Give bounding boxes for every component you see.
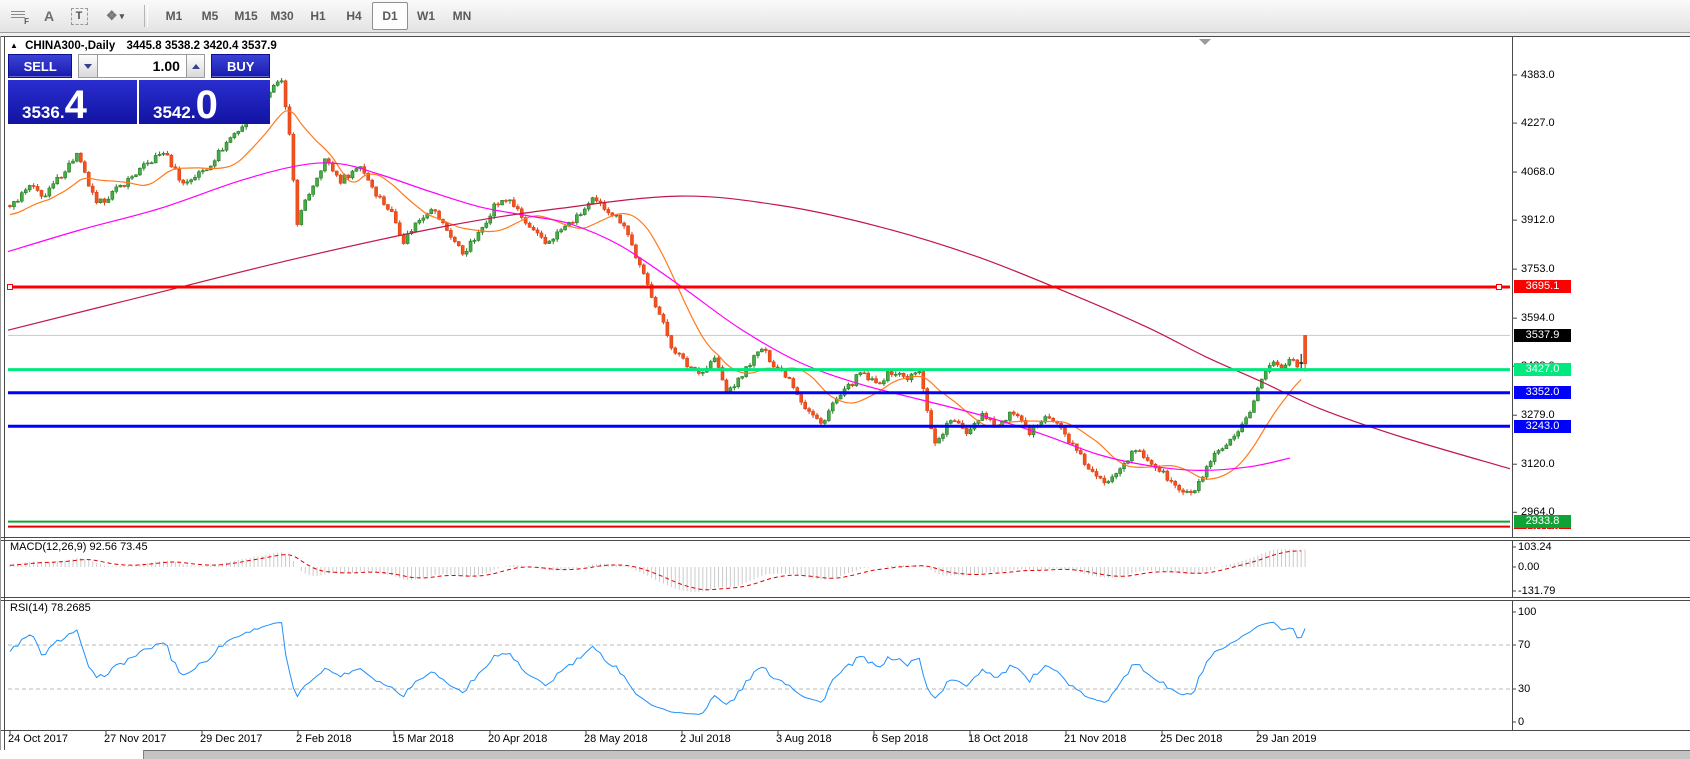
date-axis-label: 28 May 2018 (584, 733, 648, 745)
date-axis-label: 2 Jul 2018 (680, 733, 731, 745)
stepper-up-icon (192, 64, 200, 69)
price-tick-label: 4383.0 (1521, 69, 1581, 81)
bottom-status-strip (0, 750, 1690, 759)
rsi-bottom-border (0, 730, 1690, 731)
date-axis-label: 21 Nov 2018 (1064, 733, 1126, 745)
price-tick-label: 4227.0 (1521, 117, 1581, 129)
rsi-axis-label: 100 (1518, 606, 1536, 618)
timeframe-button-m15[interactable]: M15 (228, 2, 264, 30)
grid-settings-icon[interactable]: F (6, 4, 32, 28)
buy-price-main: 3542 (153, 104, 191, 121)
sell-price-box[interactable]: 3536.4 (8, 80, 137, 124)
date-axis-label: 6 Sep 2018 (872, 733, 928, 745)
rsi-axis-label: 70 (1518, 639, 1530, 651)
date-axis-label: 20 Apr 2018 (488, 733, 547, 745)
chart-symbol-period: CHINA300-,Daily (25, 40, 115, 52)
rsi-axis-label: 0 (1518, 716, 1524, 728)
toolbar: F A T ❖ ▾ M1M5M15M30H1H4D1W1MN (0, 0, 1690, 33)
macd-axis-label: -131.79 (1518, 585, 1555, 597)
timeframe-button-w1[interactable]: W1 (408, 2, 444, 30)
rsi-axis-label: 30 (1518, 683, 1530, 695)
shapes-icon[interactable]: ❖ ▾ (96, 4, 134, 28)
timeframe-button-m30[interactable]: M30 (264, 2, 300, 30)
trading-app-window: F A T ❖ ▾ M1M5M15M30H1H4D1W1MN ▲ CHINA30… (0, 0, 1690, 759)
price-tick-label: 3912.0 (1521, 214, 1581, 226)
price-tick-label: 3753.0 (1521, 263, 1581, 275)
volume-increase-button[interactable] (186, 54, 206, 78)
price-badge-3243-0: 3243.0 (1514, 420, 1571, 433)
sell-price-big-digit: 4 (65, 89, 87, 121)
buy-price-box[interactable]: 3542.0 (139, 80, 270, 124)
buy-button[interactable]: BUY (211, 54, 270, 78)
timeframe-button-m1[interactable]: M1 (156, 2, 192, 30)
volume-decrease-button[interactable] (78, 54, 98, 78)
price-badge-3537-9: 3537.9 (1514, 329, 1571, 342)
timeframe-button-m5[interactable]: M5 (192, 2, 228, 30)
date-axis-label: 27 Nov 2017 (104, 733, 166, 745)
text-box-icon[interactable]: T (66, 4, 92, 28)
price-tick-label: 3120.0 (1521, 458, 1581, 470)
date-axis-label: 25 Dec 2018 (1160, 733, 1222, 745)
timeframe-button-mn[interactable]: MN (444, 2, 480, 30)
rsi-value: 78.2685 (51, 602, 91, 614)
macd-panel-divider[interactable] (0, 537, 1690, 541)
window-left-border (0, 36, 1, 759)
date-axis-label: 3 Aug 2018 (776, 733, 832, 745)
chart-canvas[interactable] (5, 37, 1512, 730)
price-badge-2933-8: 2933.8 (1514, 515, 1571, 528)
date-axis-label: 18 Oct 2018 (968, 733, 1028, 745)
macd-values: 92.56 73.45 (89, 541, 147, 553)
volume-input[interactable] (98, 54, 186, 78)
price-tick-label: 4068.0 (1521, 166, 1581, 178)
sell-button[interactable]: SELL (8, 54, 72, 78)
quote-panel-toggle-icon[interactable]: ▲ (10, 41, 18, 50)
chart-title: ▲ CHINA300-,Daily 3445.8 3538.2 3420.4 3… (10, 40, 277, 52)
stepper-down-icon (84, 64, 92, 69)
annotation-a-icon[interactable]: A (36, 4, 62, 28)
date-axis-label: 24 Oct 2017 (8, 733, 68, 745)
macd-axis-label: 103.24 (1518, 541, 1552, 553)
date-axis-label: 29 Dec 2017 (200, 733, 262, 745)
dropdown-caret-icon: ▾ (120, 11, 125, 22)
timeframe-button-d1[interactable]: D1 (372, 2, 408, 30)
date-axis-label: 2 Feb 2018 (296, 733, 352, 745)
rsi-label: RSI(14) 78.2685 (10, 602, 91, 614)
timeframe-button-h1[interactable]: H1 (300, 2, 336, 30)
price-badge-3427-0: 3427.0 (1514, 363, 1571, 376)
toolbar-separator (144, 5, 148, 27)
chart-top-border (0, 36, 1690, 37)
date-axis-label: 15 Mar 2018 (392, 733, 454, 745)
macd-axis-label: 0.00 (1518, 561, 1539, 573)
price-tick-label: 3594.0 (1521, 312, 1581, 324)
date-axis-label: 29 Jan 2019 (1256, 733, 1317, 745)
dotted-grid-glyph: F (11, 11, 27, 22)
chart-ohlc-values: 3445.8 3538.2 3420.4 3537.9 (126, 40, 276, 52)
one-click-trade-widget: SELL BUY 3536.4 3542.0 (8, 54, 270, 124)
sell-price-main: 3536 (22, 104, 60, 121)
chart-tab[interactable] (0, 750, 144, 759)
macd-label: MACD(12,26,9) 92.56 73.45 (10, 541, 148, 553)
price-axis-border (1512, 37, 1513, 730)
buy-price-big-digit: 0 (196, 89, 218, 121)
timeframe-button-group: M1M5M15M30H1H4D1W1MN (156, 2, 480, 30)
timeframe-button-h4[interactable]: H4 (336, 2, 372, 30)
price-badge-3695-1: 3695.1 (1514, 280, 1571, 293)
chart-left-border (4, 36, 5, 759)
rsi-panel-divider[interactable] (0, 597, 1690, 601)
price-badge-3352-0: 3352.0 (1514, 386, 1571, 399)
